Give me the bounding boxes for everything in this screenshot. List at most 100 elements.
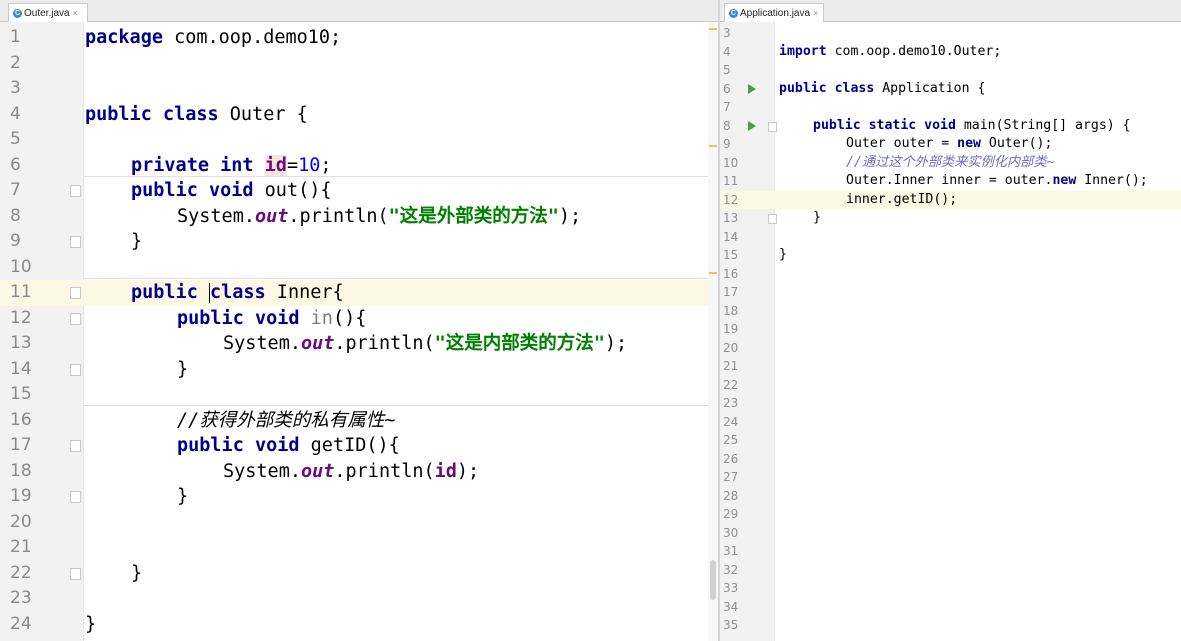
code-line[interactable]: 5 bbox=[0, 127, 708, 153]
code-line[interactable]: 21 bbox=[720, 357, 1181, 376]
line-number: 15 bbox=[10, 384, 32, 404]
code-line[interactable]: 15 bbox=[0, 382, 708, 408]
code-line[interactable]: 20 bbox=[720, 339, 1181, 358]
code-line[interactable]: 13} bbox=[720, 209, 1181, 228]
code-line[interactable]: 30 bbox=[720, 524, 1181, 543]
code-text: Outer outer = new Outer(); bbox=[846, 136, 1053, 151]
code-line[interactable]: 4 import com.oop.demo10.Outer; bbox=[720, 43, 1181, 62]
fold-icon[interactable] bbox=[768, 214, 777, 224]
warning-marker[interactable] bbox=[709, 28, 717, 30]
line-number: 35 bbox=[723, 618, 739, 632]
code-line[interactable]: 19 } bbox=[0, 484, 708, 510]
vertical-scrollbar[interactable] bbox=[710, 560, 716, 600]
code-line-current[interactable]: 12 inner.getID(); bbox=[720, 190, 1181, 209]
fold-icon[interactable] bbox=[70, 287, 81, 299]
code-line[interactable]: 2 bbox=[0, 51, 708, 77]
line-number: 11 bbox=[10, 282, 32, 302]
code-line[interactable]: 24 } bbox=[0, 612, 708, 638]
code-line[interactable]: 8 System.out.println("这是外部类的方法"); bbox=[0, 204, 708, 230]
code-line[interactable]: 3 bbox=[0, 76, 708, 102]
line-number: 21 bbox=[723, 359, 739, 373]
code-line[interactable]: 12 public void in(){ bbox=[0, 306, 708, 332]
code-line[interactable]: 23 bbox=[0, 586, 708, 612]
code-line[interactable]: 25 bbox=[720, 431, 1181, 450]
code-line[interactable]: 4 public class Outer { bbox=[0, 102, 708, 128]
code-line[interactable]: 26 bbox=[720, 450, 1181, 469]
tab-application-java[interactable]: C Application.java × bbox=[724, 3, 824, 22]
code-line[interactable]: 22 } bbox=[0, 561, 708, 587]
code-line[interactable]: 8 public static void main(String[] args) … bbox=[720, 117, 1181, 136]
code-line[interactable]: 23 bbox=[720, 394, 1181, 413]
code-line[interactable]: 18 System.out.println(id); bbox=[0, 459, 708, 485]
code-line[interactable]: 19 bbox=[720, 320, 1181, 339]
fold-icon[interactable] bbox=[70, 440, 81, 452]
run-icon[interactable] bbox=[748, 83, 756, 94]
warning-marker[interactable] bbox=[709, 145, 717, 147]
code-line[interactable]: 31 bbox=[720, 542, 1181, 561]
run-icon[interactable] bbox=[748, 120, 756, 131]
code-text: } bbox=[813, 210, 821, 225]
code-line[interactable]: 14 bbox=[720, 228, 1181, 247]
code-line[interactable]: 28 bbox=[720, 487, 1181, 506]
line-number: 21 bbox=[10, 537, 32, 557]
code-line[interactable]: 10 bbox=[0, 255, 708, 281]
fold-icon[interactable] bbox=[70, 185, 81, 197]
line-number: 19 bbox=[10, 486, 32, 506]
fold-icon[interactable] bbox=[70, 491, 81, 503]
code-line[interactable]: 17 public void getID(){ bbox=[0, 433, 708, 459]
code-line[interactable]: 15} bbox=[720, 246, 1181, 265]
code-line[interactable]: 16 bbox=[720, 265, 1181, 284]
line-number: 29 bbox=[723, 507, 739, 521]
code-line[interactable]: 21 bbox=[0, 535, 708, 561]
fold-icon[interactable] bbox=[70, 363, 81, 376]
tab-label: Application.java bbox=[740, 7, 811, 19]
line-number: 13 bbox=[723, 211, 739, 225]
code-line[interactable]: 9 Outer outer = new Outer(); bbox=[720, 135, 1181, 154]
fold-icon[interactable] bbox=[70, 567, 81, 580]
fold-icon[interactable] bbox=[70, 312, 81, 325]
code-line[interactable]: 24 bbox=[720, 413, 1181, 432]
code-line-current[interactable]: 11 public class Inner{ bbox=[0, 280, 708, 306]
fold-icon[interactable] bbox=[70, 236, 81, 248]
line-number: 26 bbox=[723, 451, 739, 466]
code-text: public void getID(){ bbox=[177, 435, 400, 456]
editor-outer-java[interactable]: 1 package com.oop.demo10; 2 3 4 public c… bbox=[0, 22, 708, 641]
fold-icon[interactable] bbox=[768, 121, 777, 132]
code-line[interactable]: 18 bbox=[720, 302, 1181, 321]
method-separator bbox=[84, 176, 708, 177]
line-number: 10 bbox=[10, 256, 32, 277]
code-line[interactable]: 5 bbox=[720, 61, 1181, 80]
close-icon[interactable]: × bbox=[73, 8, 78, 18]
code-line[interactable]: 34 bbox=[720, 598, 1181, 617]
error-stripe[interactable] bbox=[708, 22, 718, 641]
code-line[interactable]: 14 } bbox=[0, 357, 708, 383]
code-line[interactable]: 17 bbox=[720, 283, 1181, 302]
code-line[interactable]: 7 public void out(){ bbox=[0, 178, 708, 204]
editor-application-java[interactable]: 3 4 import com.oop.demo10.Outer; 5 6 public c… bbox=[720, 22, 1181, 641]
code-line[interactable]: 22 bbox=[720, 376, 1181, 395]
tab-outer-java[interactable]: C Outer.java × bbox=[8, 3, 88, 22]
code-line[interactable]: 35 bbox=[720, 616, 1181, 635]
code-line[interactable]: 6 private int id=10; bbox=[0, 153, 708, 179]
code-line[interactable]: 10 //通过这个外部类来实例化内部类~ bbox=[720, 154, 1181, 173]
code-text: } bbox=[131, 562, 143, 584]
line-number: 3 bbox=[723, 26, 731, 40]
code-line[interactable]: 29 bbox=[720, 505, 1181, 524]
code-line[interactable]: 3 bbox=[720, 24, 1181, 43]
code-line[interactable]: 6 public class Application { bbox=[720, 80, 1181, 99]
code-line[interactable]: 13 System.out.println("这是内部类的方法"); bbox=[0, 331, 708, 357]
code-text: public void out(){ bbox=[131, 180, 332, 201]
code-line[interactable]: 20 bbox=[0, 510, 708, 536]
code-line[interactable]: 33 bbox=[720, 579, 1181, 598]
code-line[interactable]: 16 //获得外部类的私有属性~ bbox=[0, 408, 708, 434]
line-number: 8 bbox=[10, 205, 21, 226]
code-line[interactable]: 32 bbox=[720, 561, 1181, 580]
warning-marker[interactable] bbox=[709, 272, 717, 274]
code-line[interactable]: 9 } bbox=[0, 229, 708, 255]
code-line[interactable]: 27 bbox=[720, 468, 1181, 487]
close-icon[interactable]: × bbox=[813, 8, 818, 18]
line-number: 19 bbox=[723, 322, 739, 336]
code-line[interactable]: 7 bbox=[720, 98, 1181, 117]
code-line[interactable]: 11 Outer.Inner inner = outer.new Inner(); bbox=[720, 172, 1181, 191]
code-line[interactable]: 1 package com.oop.demo10; bbox=[0, 25, 708, 51]
